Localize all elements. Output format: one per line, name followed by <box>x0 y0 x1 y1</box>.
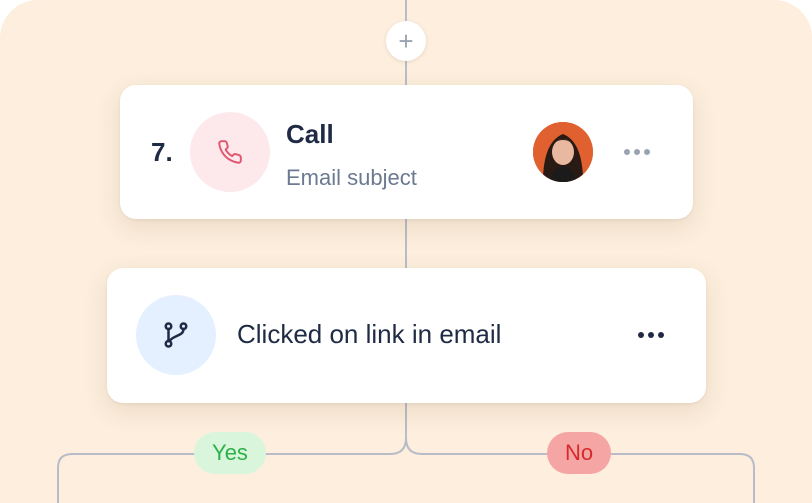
condition-step-card[interactable]: Clicked on link in email <box>107 268 706 403</box>
dot-icon <box>624 149 630 155</box>
dot-icon <box>638 332 644 338</box>
branch-icon <box>164 322 188 348</box>
call-more-menu-button[interactable] <box>624 149 650 155</box>
step-subtitle: Email subject <box>286 165 417 190</box>
plus-icon: + <box>398 26 414 56</box>
dot-icon <box>648 332 654 338</box>
dot-icon <box>658 332 664 338</box>
person-avatar-image <box>533 122 593 182</box>
no-branch-pill[interactable]: No <box>547 432 611 474</box>
add-step-button[interactable]: + <box>386 21 426 61</box>
condition-more-menu-button[interactable] <box>638 332 664 338</box>
call-icon-badge <box>190 112 270 192</box>
step-number: 7. <box>151 137 173 167</box>
condition-label: Clicked on link in email <box>237 319 502 349</box>
yes-branch-pill[interactable]: Yes <box>194 432 266 474</box>
assignee-avatar[interactable] <box>533 122 593 182</box>
phone-icon <box>218 140 242 164</box>
dot-icon <box>634 149 640 155</box>
branch-icon-badge <box>136 295 216 375</box>
dot-icon <box>644 149 650 155</box>
workflow-canvas: + 7. Call Email subject Clicked on link … <box>0 0 812 503</box>
call-step-card[interactable]: 7. Call Email subject <box>120 85 693 219</box>
connector-lines <box>57 0 755 503</box>
step-title: Call <box>286 119 334 149</box>
